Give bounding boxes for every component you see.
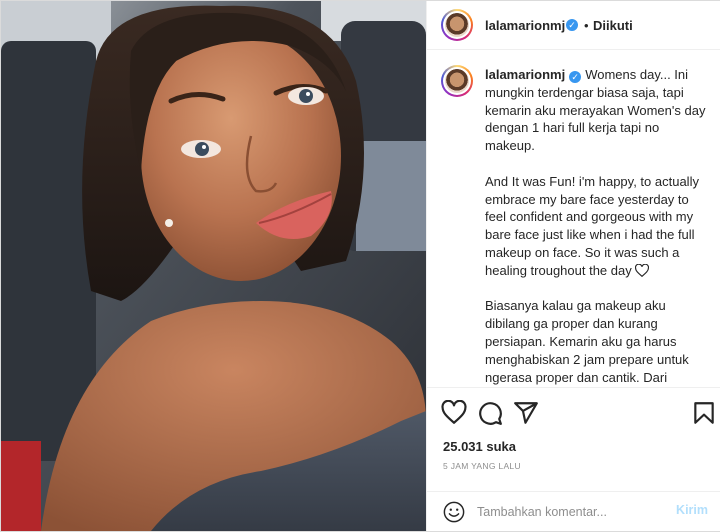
caption-paragraph-2: And It was Fun! i'm happy, to actually e… xyxy=(485,173,707,280)
caption-paragraph-3: Biasanya kalau ga makeup aku dibilang ga… xyxy=(485,297,707,386)
instagram-post-modal: lalamarionmj ✓ • Diikuti lalamarionmj ✓ Wo… xyxy=(0,0,720,532)
send-icon[interactable] xyxy=(513,400,539,426)
caption-avatar[interactable] xyxy=(441,65,473,97)
bookmark-icon[interactable] xyxy=(691,400,717,426)
post-details-panel: lalamarionmj ✓ • Diikuti lalamarionmj ✓ Wo… xyxy=(426,1,720,531)
separator-dot: • xyxy=(584,18,589,33)
likes-count[interactable]: 25.031 suka xyxy=(443,439,516,454)
caption-scroll-area[interactable]: lalamarionmj ✓ Womens day... Ini mungkin t… xyxy=(427,50,720,386)
heart-emoji-icon xyxy=(635,263,650,277)
post-comment-button[interactable]: Kirim xyxy=(676,503,708,517)
selfie-photo xyxy=(1,1,426,531)
action-bar xyxy=(427,387,720,440)
comment-icon[interactable] xyxy=(477,400,503,426)
post-timestamp[interactable]: 5 JAM YANG LALU xyxy=(443,461,521,471)
verified-badge-icon: ✓ xyxy=(566,19,578,31)
comment-bar: Kirim xyxy=(427,491,720,532)
post-username-link[interactable]: lalamarionmj xyxy=(485,18,565,33)
avatar[interactable] xyxy=(441,9,473,41)
verified-badge-icon: ✓ xyxy=(569,71,582,83)
caption-username-link[interactable]: lalamarionmj xyxy=(485,67,565,82)
caption-paragraph-3-text: Biasanya kalau ga makeup aku dibilang ga… xyxy=(485,298,689,385)
caption-text: lalamarionmj ✓ Womens day... Ini mungkin t… xyxy=(485,66,707,386)
heart-icon[interactable] xyxy=(441,400,467,426)
follow-status-button[interactable]: Diikuti xyxy=(593,18,633,33)
emoji-icon[interactable] xyxy=(443,501,465,523)
post-header: lalamarionmj ✓ • Diikuti xyxy=(427,1,720,50)
post-photo[interactable] xyxy=(1,1,426,531)
caption-paragraph-1: lalamarionmj ✓ Womens day... Ini mungkin t… xyxy=(485,66,707,155)
caption-paragraph-2-text: And It was Fun! i'm happy, to actually e… xyxy=(485,173,699,278)
comment-input[interactable] xyxy=(477,502,657,522)
